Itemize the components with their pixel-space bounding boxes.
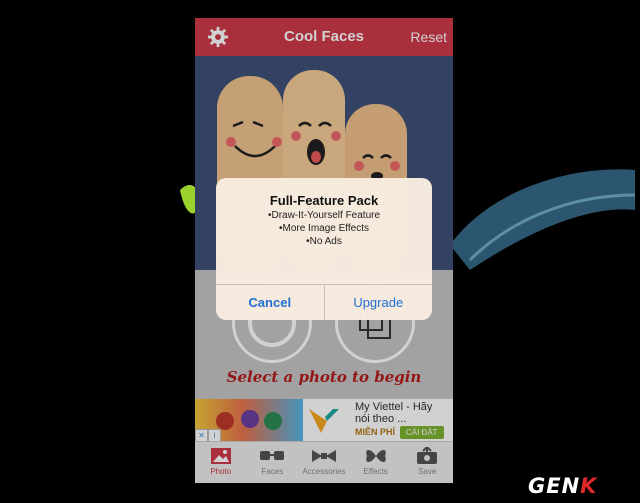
logo-accent: K: [580, 474, 598, 498]
alert-line: •More Image Effects: [278, 223, 370, 234]
upgrade-button[interactable]: Upgrade: [325, 285, 433, 320]
alert-line: •Draw-It-Yourself Feature: [267, 210, 381, 221]
cancel-button[interactable]: Cancel: [216, 285, 325, 320]
alert-title: Full-Feature Pack: [269, 193, 379, 208]
phone-screen: Cool Faces Reset Select a photo to begin…: [195, 18, 453, 483]
genk-logo: GENK: [528, 474, 597, 498]
upgrade-alert: Full-Feature Pack •Draw-It-Yourself Feat…: [216, 178, 432, 320]
alert-line: •No Ads: [306, 236, 342, 247]
logo-main: GEN: [528, 474, 581, 498]
